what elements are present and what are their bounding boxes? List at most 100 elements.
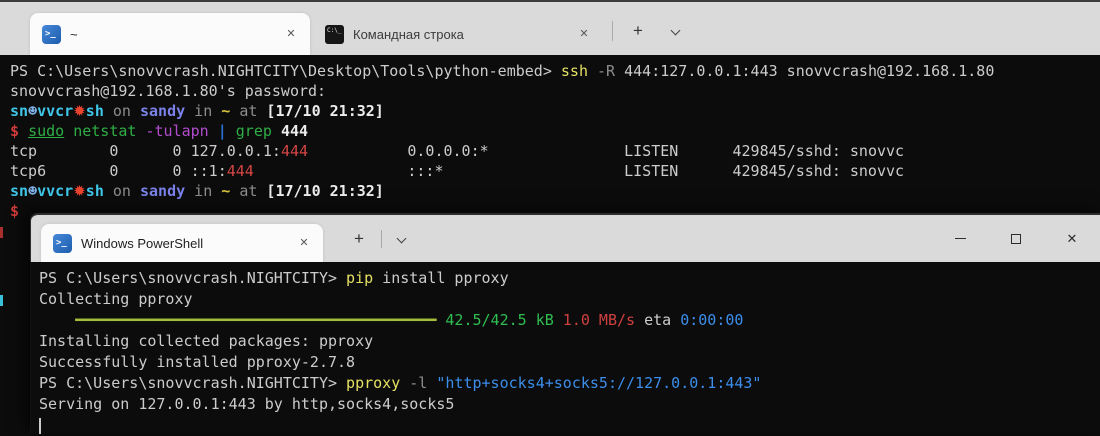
terminal-text: pproxy: [346, 374, 400, 392]
terminal-text: 1.0 MB/s: [563, 311, 635, 329]
terminal-line: PS C:\Users\snovvcrash.NIGHTCITY> pproxy…: [39, 373, 1100, 394]
terminal-text: [272, 122, 281, 140]
terminal-line: Installing collected packages: pproxy: [39, 331, 1100, 352]
terminal-text: sandy: [140, 182, 185, 200]
terminal-line: sn☻vvcr✹sh on sandy in ~ at [17/10 21:32…: [10, 181, 1100, 201]
terminal-line: tcp 0 0 127.0.0.1:444 0.0.0.0:* LISTEN 4…: [10, 141, 1100, 161]
tab-title: Windows PowerShell: [81, 236, 295, 251]
text-cursor: [39, 418, 41, 434]
terminal-text: sn: [10, 182, 28, 200]
terminal-line: Collecting pproxy: [39, 289, 1100, 310]
terminal-text: sudo: [28, 122, 64, 140]
terminal-text: on: [104, 182, 140, 200]
chevron-down-icon: [396, 234, 406, 244]
terminal-text: pip: [346, 269, 373, 287]
terminal-line: tcp6 0 0 ::1:444 :::* LISTEN 429845/sshd…: [10, 161, 1100, 181]
terminal-text: [64, 122, 73, 140]
terminal-text: 0.0.0.0:* LISTEN 429845/sshd: snovvc: [308, 142, 904, 160]
tab-home[interactable]: >_ ~ ✕: [30, 13, 310, 55]
terminal-text: -tulapn: [145, 122, 208, 140]
terminal-text: at: [230, 182, 266, 200]
terminal-line: snovvcrash@192.168.1.80's password:: [10, 81, 1100, 101]
terminal-text: grep: [236, 122, 272, 140]
new-tab-button[interactable]: +: [622, 15, 654, 47]
bg-window-titlebar[interactable]: >_ ~ ✕ C:\_ Командная строка ✕ +: [0, 0, 1100, 55]
tabbar-divider: [612, 21, 613, 41]
terminal-line: ━━━━━━━━━━━━━━━━━━━━━━━━━━━━━━━━━━━━━━━━…: [39, 310, 1100, 331]
tab-close-button[interactable]: ✕: [575, 25, 593, 43]
terminal-text: tcp6 0 0 ::1:: [10, 162, 227, 180]
window-controls: ✕: [932, 215, 1100, 262]
terminal-text: ~: [221, 102, 230, 120]
terminal-line: Successfully installed pproxy-2.7.8: [39, 352, 1100, 373]
minimize-button[interactable]: [932, 215, 988, 262]
tab-command-prompt[interactable]: C:\_ Командная строка ✕: [313, 13, 603, 55]
terminal-text: [427, 374, 436, 392]
terminal-text: -l: [409, 374, 427, 392]
tabbar-divider: [381, 230, 382, 248]
terminal-text: ssh: [561, 62, 588, 80]
terminal-text: $: [10, 122, 19, 140]
occluded-text-sliver-cyan: [0, 295, 3, 306]
new-tab-button[interactable]: +: [343, 223, 375, 255]
terminal-line: Serving on 127.0.0.1:443 by http,socks4,…: [39, 394, 1100, 415]
terminal-text: at: [230, 102, 266, 120]
foreground-terminal-window: >_ Windows PowerShell ✕ + ✕ PS C:\Users\…: [30, 213, 1100, 433]
face-emoji-icon: ☻: [28, 102, 37, 120]
terminal-text: sn: [10, 102, 28, 120]
terminal-text: 42.5/42.5 kB: [445, 311, 553, 329]
terminal-text: [554, 311, 563, 329]
terminal-text: Installing collected packages: pproxy: [39, 332, 373, 350]
terminal-text: 444: [227, 162, 254, 180]
terminal-text: snovvcrash@192.168.1.80's password:: [10, 82, 326, 100]
terminal-line: sn☻vvcr✹sh on sandy in ~ at [17/10 21:32…: [10, 101, 1100, 121]
terminal-text: PS C:\Users\snovvcrash.NIGHTCITY>: [39, 374, 346, 392]
fg-window-titlebar[interactable]: >_ Windows PowerShell ✕ + ✕: [30, 213, 1100, 262]
terminal-text: :::* LISTEN 429845/sshd: snovvc: [254, 162, 904, 180]
maximize-button[interactable]: [988, 215, 1044, 262]
terminal-text: [209, 122, 218, 140]
terminal-text: [227, 122, 236, 140]
terminal-text: on: [104, 102, 140, 120]
terminal-text: in: [185, 182, 221, 200]
terminal-text: eta: [635, 311, 680, 329]
terminal-text: Serving on 127.0.0.1:443 by http,socks4,…: [39, 395, 454, 413]
tab-close-button[interactable]: ✕: [282, 25, 300, 43]
terminal-text: install pproxy: [373, 269, 508, 287]
tab-title: ~: [70, 27, 282, 42]
tab-windows-powershell[interactable]: >_ Windows PowerShell ✕: [41, 224, 323, 262]
close-button[interactable]: ✕: [1044, 215, 1100, 262]
terminal-text: sh: [86, 182, 104, 200]
foreground-terminal-output[interactable]: PS C:\Users\snovvcrash.NIGHTCITY> pip in…: [30, 262, 1100, 433]
terminal-text: ~: [221, 182, 230, 200]
terminal-text: in: [185, 102, 221, 120]
terminal-text: [17/10 21:32]: [266, 182, 383, 200]
terminal-text: |: [218, 122, 227, 140]
terminal-line: $ sudo netstat -tulapn | grep 444: [10, 121, 1100, 141]
terminal-text: 444: [281, 142, 308, 160]
terminal-text: Successfully installed pproxy-2.7.8: [39, 353, 355, 371]
tab-close-button[interactable]: ✕: [295, 234, 313, 252]
collision-emoji-icon: ✹: [73, 102, 86, 120]
terminal-text: PS C:\Users\snovvcrash.NIGHTCITY>: [39, 269, 346, 287]
terminal-text: [400, 374, 409, 392]
maximize-icon: [1011, 234, 1021, 244]
terminal-text: tcp 0 0 127.0.0.1:: [10, 142, 281, 160]
tab-dropdown-button[interactable]: [660, 15, 690, 47]
terminal-line: PS C:\Users\snovvcrash.NIGHTCITY\Desktop…: [10, 61, 1100, 81]
terminal-text: 0:00:00: [680, 311, 743, 329]
tab-title: Командная строка: [353, 27, 575, 42]
face-emoji-icon: ☻: [28, 182, 37, 200]
collision-emoji-icon: ✹: [73, 182, 86, 200]
terminal-text: [39, 311, 75, 329]
terminal-text: vvcr: [37, 102, 73, 120]
terminal-text: $: [10, 202, 19, 220]
terminal-text: PS C:\Users\snovvcrash.NIGHTCITY\Desktop…: [10, 62, 561, 80]
terminal-text: Collecting pproxy: [39, 290, 193, 308]
terminal-text: vvcr: [37, 182, 73, 200]
terminal-text: sh: [86, 102, 104, 120]
download-progress-bar: ━━━━━━━━━━━━━━━━━━━━━━━━━━━━━━━━━━━━━━━━: [75, 311, 436, 329]
terminal-text: [588, 62, 597, 80]
tab-dropdown-button[interactable]: [387, 223, 415, 255]
terminal-text: 444:127.0.0.1:443 snovvcrash@192.168.1.8…: [615, 62, 994, 80]
